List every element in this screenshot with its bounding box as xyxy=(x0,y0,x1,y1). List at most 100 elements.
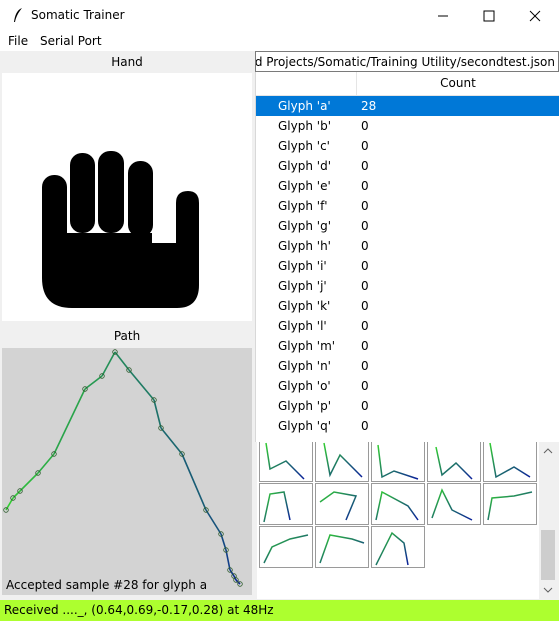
glyph-count: 0 xyxy=(361,219,369,233)
menu-serial-port[interactable]: Serial Port xyxy=(40,34,102,48)
glyph-count: 0 xyxy=(361,179,369,193)
scrollbar-thumb[interactable] xyxy=(541,530,555,580)
glyph-label: Glyph 'k' xyxy=(278,299,331,313)
glyph-label: Glyph 'l' xyxy=(278,319,327,333)
glyph-count: 0 xyxy=(361,319,369,333)
sample-thumbnail[interactable] xyxy=(371,526,425,568)
column-header-count[interactable]: Count xyxy=(356,76,559,90)
chevron-up-icon[interactable] xyxy=(539,444,557,458)
close-button[interactable] xyxy=(512,0,558,31)
path-header: Path xyxy=(2,328,252,347)
glyph-label: Glyph 'e' xyxy=(278,179,331,193)
hand-header-label: Hand xyxy=(111,55,143,69)
sample-thumbnail[interactable] xyxy=(483,483,537,525)
sample-thumbnail[interactable] xyxy=(259,442,313,482)
table-row[interactable]: Glyph 'n' 0 xyxy=(256,356,559,376)
table-row[interactable]: Glyph 'k' 0 xyxy=(256,296,559,316)
path-segment xyxy=(12,490,21,499)
table-row[interactable]: Glyph 'g' 0 xyxy=(256,216,559,236)
sample-thumbnail[interactable] xyxy=(483,442,537,482)
sample-thumbnail[interactable] xyxy=(315,483,369,525)
table-row[interactable]: Glyph 'p' 0 xyxy=(256,396,559,416)
sample-thumbnail[interactable] xyxy=(427,483,481,525)
glyph-label: Glyph 'c' xyxy=(278,139,330,153)
gesture-path-plot xyxy=(3,349,243,587)
sample-thumbnail[interactable] xyxy=(315,526,369,568)
table-row[interactable]: Glyph 'a' 28 xyxy=(256,96,559,116)
maximize-button[interactable] xyxy=(466,0,512,31)
glyph-count: 0 xyxy=(361,399,369,413)
glyph-label: Glyph 'i' xyxy=(278,259,327,273)
glyph-label: Glyph 'g' xyxy=(278,219,331,233)
glyph-count: 0 xyxy=(361,239,369,253)
path-view xyxy=(2,348,252,595)
file-path-text: trolled Projects/Somatic/Training Utilit… xyxy=(255,55,555,69)
table-row[interactable]: Glyph 'o' 0 xyxy=(256,376,559,396)
table-row[interactable]: Glyph 'd' 0 xyxy=(256,156,559,176)
sample-thumbnail[interactable] xyxy=(315,442,369,482)
table-row[interactable]: Glyph 'i' 0 xyxy=(256,256,559,276)
window-title: Somatic Trainer xyxy=(31,8,125,22)
glyph-label: Glyph 'f' xyxy=(278,199,328,213)
glyph-label: Glyph 'n' xyxy=(278,359,331,373)
path-segment xyxy=(53,388,86,455)
path-segment xyxy=(128,369,155,401)
glyph-label: Glyph 'p' xyxy=(278,399,331,413)
table-row[interactable]: Glyph 'l' 0 xyxy=(256,316,559,336)
sample-thumbnail[interactable] xyxy=(259,483,313,525)
sample-thumbnail[interactable] xyxy=(259,526,313,568)
glyph-count: 28 xyxy=(361,99,377,113)
minimize-icon xyxy=(438,15,448,17)
path-segment xyxy=(160,427,183,455)
glyph-count: 0 xyxy=(361,379,369,393)
close-icon xyxy=(529,10,541,22)
glyph-table[interactable]: Count Glyph 'a' 28 Glyph 'b' 0 Glyph 'c' 0 Gly… xyxy=(255,72,559,442)
hand-view xyxy=(2,73,252,321)
table-row[interactable]: Glyph 'j' 0 xyxy=(256,276,559,296)
sample-thumbnail[interactable] xyxy=(371,442,425,482)
menu-bar: File Serial Port xyxy=(0,31,559,51)
glyph-count: 0 xyxy=(361,259,369,273)
path-status-text: Accepted sample #28 for glyph a xyxy=(6,578,208,592)
glyph-label: Glyph 'h' xyxy=(278,239,331,253)
table-row[interactable]: Glyph 'b' 0 xyxy=(256,116,559,136)
sample-thumbnail[interactable] xyxy=(371,483,425,525)
glyph-count: 0 xyxy=(361,199,369,213)
table-row[interactable]: Glyph 'h' 0 xyxy=(256,236,559,256)
table-row[interactable]: Glyph 'e' 0 xyxy=(256,176,559,196)
table-row[interactable]: Glyph 'q' 0 xyxy=(256,416,559,436)
minimize-button[interactable] xyxy=(420,0,466,31)
glyph-label: Glyph 'a' xyxy=(278,99,331,113)
chevron-down-icon[interactable] xyxy=(539,583,557,597)
path-segment xyxy=(114,351,130,371)
table-row[interactable]: Glyph 'm' 0 xyxy=(256,336,559,356)
table-header: Count xyxy=(256,72,559,96)
path-segment xyxy=(225,549,231,571)
table-row[interactable]: Glyph 'f' 0 xyxy=(256,196,559,216)
fist-hand-icon xyxy=(42,151,199,308)
glyph-label: Glyph 'o' xyxy=(278,379,331,393)
glyph-count: 0 xyxy=(361,119,369,133)
glyph-label: Glyph 'm' xyxy=(278,339,336,353)
path-header-label: Path xyxy=(113,329,141,343)
glyph-count: 0 xyxy=(361,419,369,433)
path-segment xyxy=(181,453,207,511)
glyph-label: Glyph 'd' xyxy=(278,159,331,173)
path-segment xyxy=(153,399,162,429)
thumbnails-scrollbar[interactable] xyxy=(539,442,557,599)
glyph-count: 0 xyxy=(361,279,369,293)
sample-thumbnail[interactable] xyxy=(427,442,481,482)
menu-file[interactable]: File xyxy=(8,34,28,48)
status-bar-text: Received ...._, (0.64,0.69,-0.17,0.28) a… xyxy=(4,603,274,617)
file-path-field[interactable]: trolled Projects/Somatic/Training Utilit… xyxy=(255,51,559,72)
table-row[interactable]: Glyph 'c' 0 xyxy=(256,136,559,156)
path-segment xyxy=(19,472,39,492)
path-segment xyxy=(84,375,103,390)
path-segment xyxy=(37,453,55,474)
glyph-label: Glyph 'q' xyxy=(278,419,331,433)
glyph-count: 0 xyxy=(361,359,369,373)
feather-icon xyxy=(14,8,22,22)
title-bar: Somatic Trainer xyxy=(0,0,559,31)
glyph-count: 0 xyxy=(361,299,369,313)
hand-header: Hand xyxy=(2,53,252,72)
